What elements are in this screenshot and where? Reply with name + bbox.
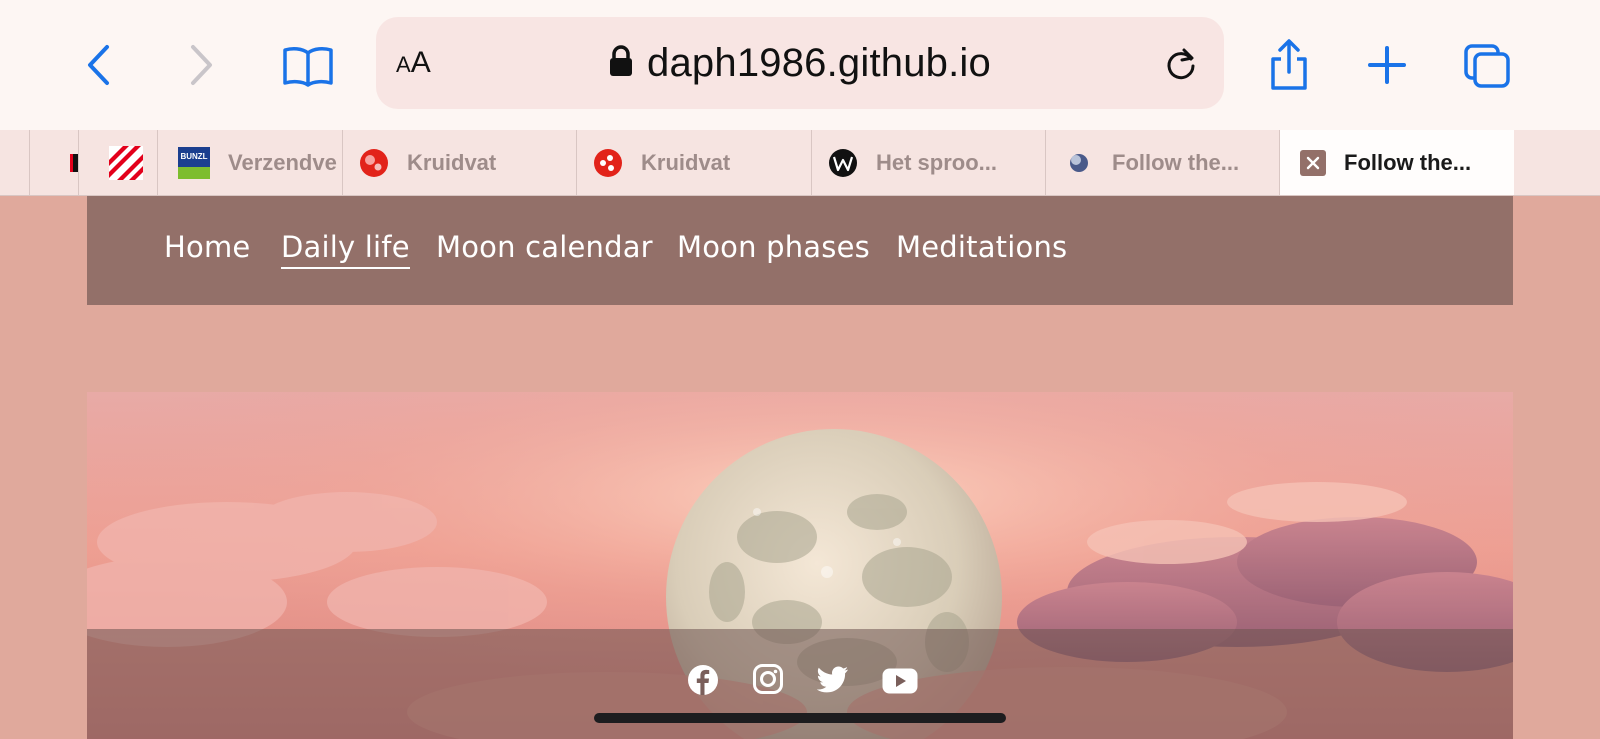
- moon-favicon: [1064, 148, 1094, 178]
- tab-2[interactable]: [78, 130, 157, 195]
- tab-title: Kruidvat: [641, 149, 731, 175]
- red-stripes-favicon: [109, 145, 143, 180]
- hero-image: [87, 392, 1513, 739]
- w-circle-favicon: [828, 148, 858, 178]
- tab-6[interactable]: Het sproo...: [811, 130, 1045, 195]
- tab-active[interactable]: Follow the...: [1279, 130, 1514, 195]
- youtube-icon[interactable]: [882, 668, 918, 694]
- home-indicator[interactable]: [594, 713, 1006, 723]
- new-tab-icon[interactable]: [1366, 44, 1408, 86]
- tab-3[interactable]: BUNZL Verzendve: [157, 130, 342, 195]
- bookmarks-icon[interactable]: [281, 44, 335, 88]
- share-icon[interactable]: [1267, 38, 1311, 92]
- site-navbar: Home Daily life Moon calendar Moon phase…: [87, 196, 1513, 305]
- forward-icon[interactable]: [184, 42, 218, 88]
- back-icon[interactable]: [82, 42, 116, 88]
- nav-moon-calendar[interactable]: Moon calendar: [436, 230, 653, 264]
- bunzl-favicon: BUNZL: [178, 146, 210, 179]
- lock-icon: [609, 44, 633, 82]
- tab-title: Follow the...: [1344, 149, 1472, 175]
- address-bar[interactable]: AA daph1986.github.io: [376, 17, 1224, 109]
- kruidvat-favicon: [593, 148, 623, 178]
- tab-title: Kruidvat: [407, 149, 497, 175]
- kruidvat-favicon: [359, 148, 389, 178]
- facebook-icon[interactable]: [687, 664, 719, 696]
- tab-title: Verzendve: [228, 149, 337, 175]
- tab-bar: BUNZL Verzendve Kruidvat Kruidvat Het sp…: [0, 130, 1600, 196]
- red-black-favicon: [70, 148, 78, 178]
- reload-icon[interactable]: [1164, 47, 1198, 86]
- browser-toolbar: AA daph1986.github.io: [0, 0, 1600, 130]
- instagram-icon[interactable]: [753, 664, 783, 694]
- tab-1[interactable]: [29, 130, 78, 195]
- tab-title: Follow the...: [1112, 149, 1240, 175]
- tab-7[interactable]: Follow the...: [1045, 130, 1279, 195]
- twitter-icon[interactable]: [817, 666, 849, 694]
- nav-meditations[interactable]: Meditations: [896, 230, 1067, 264]
- tabs-overview-icon[interactable]: [1462, 42, 1512, 90]
- tab-title: Het sproo...: [876, 149, 998, 175]
- tab-5[interactable]: Kruidvat: [576, 130, 811, 195]
- url-text[interactable]: daph1986.github.io: [647, 41, 991, 86]
- nav-daily-life[interactable]: Daily life: [281, 230, 410, 269]
- nav-moon-phases[interactable]: Moon phases: [677, 230, 870, 264]
- nav-home[interactable]: Home: [164, 230, 250, 264]
- close-tab-icon[interactable]: [1300, 149, 1326, 176]
- text-size-button[interactable]: AA: [396, 43, 431, 83]
- tab-4[interactable]: Kruidvat: [342, 130, 576, 195]
